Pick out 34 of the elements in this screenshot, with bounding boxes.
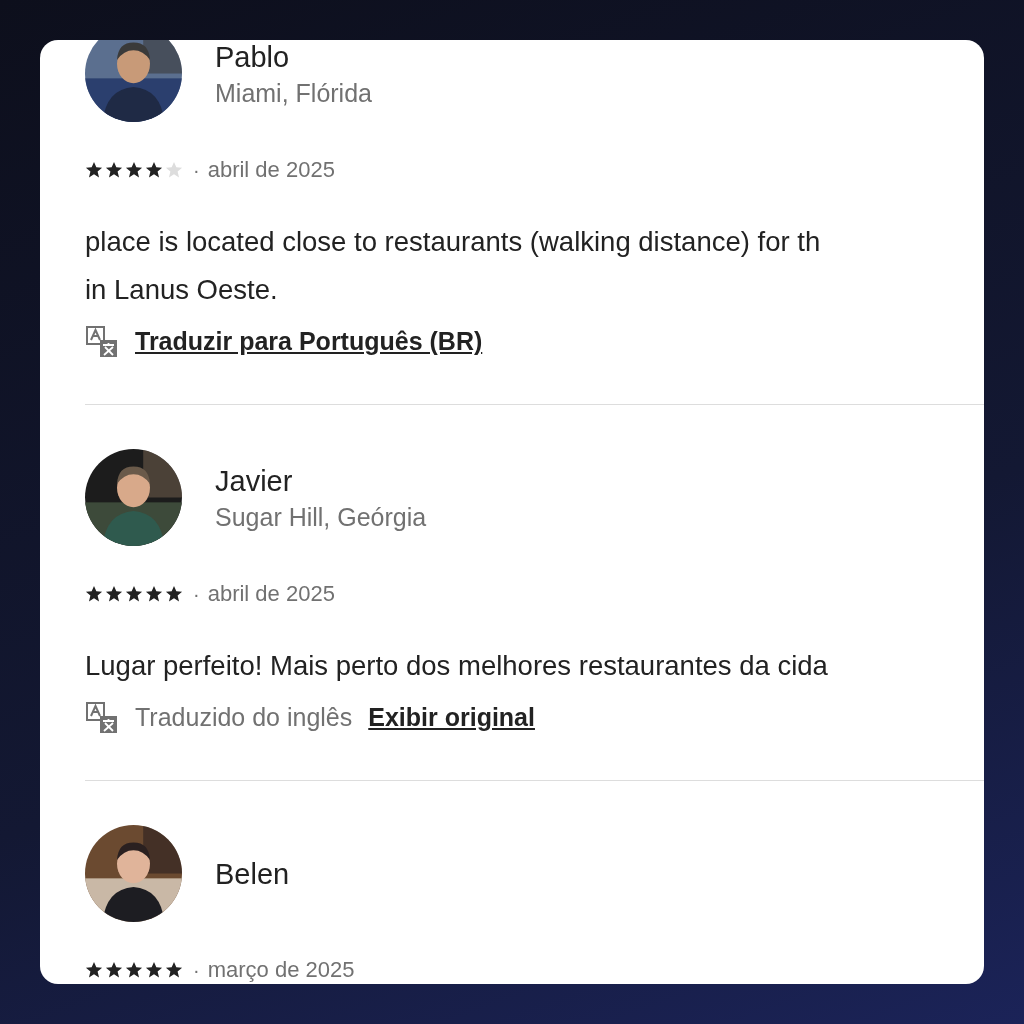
review-date: março de 2025: [207, 959, 355, 981]
star-icon: [105, 961, 123, 979]
star-icon: [105, 585, 123, 603]
star-icon: [165, 961, 183, 979]
reviewer-location: Miami, Flórida: [215, 77, 372, 109]
review-date: abril de 2025: [207, 159, 335, 181]
star-icon: [145, 161, 163, 179]
translate-icon: [85, 325, 119, 359]
star-icon: [85, 161, 103, 179]
star-icon: [105, 161, 123, 179]
star-icon: [125, 585, 143, 603]
review-text: in Lanus Oeste.: [85, 273, 278, 307]
star-icon: [165, 585, 183, 603]
separator-dot: ·: [193, 158, 200, 183]
star-icon: [85, 585, 103, 603]
star-icon: [165, 161, 183, 179]
review-text: place is located close to restaurants (walking distance) for th: [85, 225, 821, 259]
star-icon: [85, 961, 103, 979]
reviewer-name: Belen: [215, 856, 290, 892]
separator-dot: ·: [193, 582, 200, 607]
translation-note: Traduzido do inglês: [135, 702, 353, 734]
translate-icon: [85, 701, 119, 735]
translate-link[interactable]: Exibir original: [368, 699, 535, 737]
star-icon: [145, 961, 163, 979]
star-icon: [145, 585, 163, 603]
star-icon: [125, 161, 143, 179]
review-date: abril de 2025: [207, 583, 335, 605]
star-icon: [125, 961, 143, 979]
reviewer-location: Sugar Hill, Geórgia: [215, 501, 427, 533]
reviewer-name: Pablo: [215, 40, 291, 75]
review-text: Lugar perfeito! Mais perto dos melhores restaurantes da cida: [85, 649, 828, 683]
separator-dot: ·: [193, 958, 200, 983]
reviewer-name: Javier: [215, 463, 294, 499]
translate-link[interactable]: Traduzir para Português (BR): [135, 323, 483, 361]
